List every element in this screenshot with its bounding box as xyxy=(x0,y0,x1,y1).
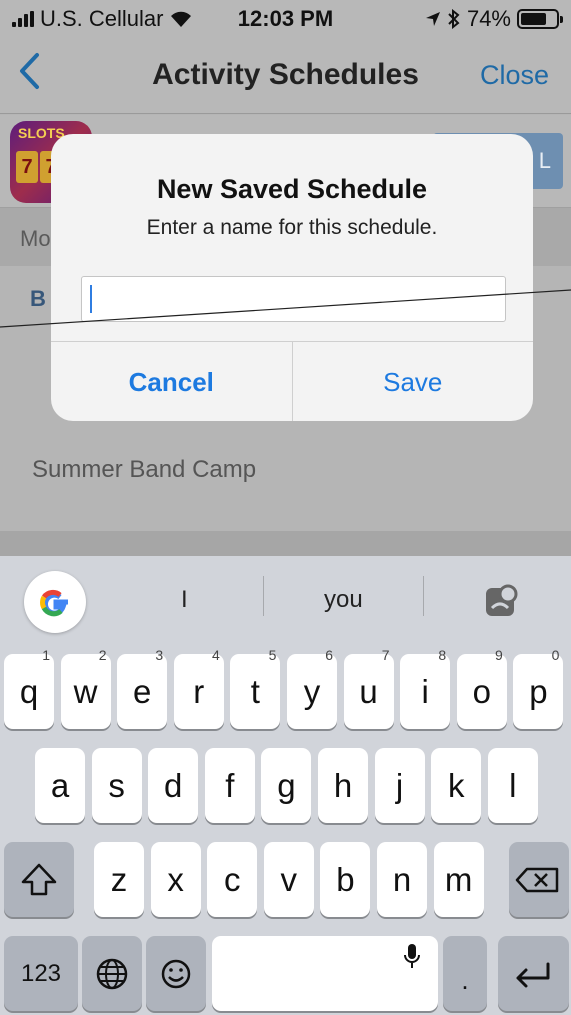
close-button[interactable]: Close xyxy=(480,60,549,91)
key-number-hint: 4 xyxy=(212,647,220,663)
sticker-icon[interactable] xyxy=(484,582,522,618)
key-r[interactable]: r4 xyxy=(173,648,224,729)
reel-1: 7 xyxy=(16,151,38,183)
numbers-key[interactable]: 123 xyxy=(4,936,78,1011)
key-z[interactable]: z xyxy=(94,842,144,917)
delete-key[interactable] xyxy=(509,842,569,917)
key-number-hint: 1 xyxy=(42,647,50,663)
key-s[interactable]: s xyxy=(91,748,142,823)
key-label: u xyxy=(359,673,378,710)
key-w[interactable]: w2 xyxy=(60,648,111,729)
key-number-hint: 8 xyxy=(438,647,447,663)
suggestion-bar: I you xyxy=(0,556,571,640)
key-d[interactable]: d xyxy=(148,748,199,823)
list-footer xyxy=(0,531,571,556)
key-number-hint: 6 xyxy=(325,647,333,663)
cancel-button[interactable]: Cancel xyxy=(51,342,293,421)
key-a[interactable]: a xyxy=(35,748,85,823)
key-l[interactable]: l xyxy=(487,748,538,823)
key-n[interactable]: n xyxy=(377,842,427,917)
shift-icon xyxy=(21,863,57,896)
location-icon xyxy=(425,12,440,26)
save-button[interactable]: Save xyxy=(293,342,534,421)
delete-icon xyxy=(515,867,559,893)
status-bar: U.S. Cellular 12:03 PM 74% xyxy=(0,0,571,38)
key-label: w xyxy=(73,673,98,710)
key-number-hint: 7 xyxy=(381,647,390,663)
key-label: r xyxy=(193,673,205,710)
key-label: o xyxy=(472,673,491,710)
suggestion-1[interactable]: I xyxy=(181,586,188,614)
key-label: p xyxy=(529,673,548,710)
return-key[interactable] xyxy=(498,936,569,1011)
suggestion-divider xyxy=(423,576,424,616)
battery-fill xyxy=(521,13,546,25)
schedule-name-input[interactable] xyxy=(81,276,506,322)
suggestion-2[interactable]: you xyxy=(324,586,363,614)
dialog-buttons: Cancel Save xyxy=(51,341,533,421)
key-label: e xyxy=(133,673,152,710)
suggestion-divider xyxy=(263,576,264,616)
keyboard: I you q1w2e3r4t5y6u7i8o9p0 asdfghjkl zxc… xyxy=(0,556,571,1015)
nav-bar: Activity Schedules Close xyxy=(0,38,571,114)
key-g[interactable]: g xyxy=(261,748,312,823)
key-v[interactable]: v xyxy=(263,842,314,917)
battery-percent: 74% xyxy=(466,6,511,31)
globe-key[interactable] xyxy=(82,936,142,1011)
shift-key[interactable] xyxy=(4,842,74,917)
key-f[interactable]: f xyxy=(204,748,255,823)
key-number-hint: 3 xyxy=(155,647,164,663)
new-schedule-dialog: New Saved Schedule Enter a name for this… xyxy=(51,134,533,421)
emoji-icon xyxy=(161,959,191,989)
key-c[interactable]: c xyxy=(207,842,258,917)
key-j[interactable]: j xyxy=(374,748,425,823)
key-p[interactable]: p0 xyxy=(513,648,564,729)
key-t[interactable]: t5 xyxy=(230,648,281,729)
return-icon xyxy=(516,962,550,988)
key-y[interactable]: y6 xyxy=(287,648,337,729)
period-key[interactable]: . xyxy=(443,936,487,1011)
mic-icon[interactable] xyxy=(402,942,422,972)
key-i[interactable]: i8 xyxy=(400,648,451,729)
battery-icon xyxy=(517,9,563,29)
globe-icon xyxy=(96,958,128,990)
key-q[interactable]: q1 xyxy=(4,648,54,729)
key-number-hint: 5 xyxy=(268,647,277,663)
emoji-key[interactable] xyxy=(146,936,206,1011)
key-e[interactable]: e3 xyxy=(117,648,168,729)
list-item-summer-band-camp[interactable]: Summer Band Camp xyxy=(32,456,256,484)
dialog-message: Enter a name for this schedule. xyxy=(146,216,438,239)
dialog-title: New Saved Schedule xyxy=(156,174,428,204)
key-label: y xyxy=(303,673,321,710)
bluetooth-icon xyxy=(448,9,460,29)
key-u[interactable]: u7 xyxy=(343,648,394,729)
key-number-hint: 2 xyxy=(98,647,107,663)
key-m[interactable]: m xyxy=(433,842,484,917)
key-b[interactable]: b xyxy=(320,842,371,917)
key-k[interactable]: k xyxy=(431,748,482,823)
key-o[interactable]: o9 xyxy=(456,648,507,729)
key-number-hint: 9 xyxy=(495,647,503,663)
space-key[interactable] xyxy=(212,936,438,1011)
key-h[interactable]: h xyxy=(318,748,368,823)
list-item[interactable]: B xyxy=(30,286,46,312)
key-label: i xyxy=(421,673,429,710)
key-label: q xyxy=(19,673,39,710)
key-x[interactable]: x xyxy=(150,842,201,917)
key-number-hint: 0 xyxy=(551,647,560,663)
key-label: t xyxy=(250,673,260,710)
google-logo-icon[interactable] xyxy=(24,571,86,633)
text-cursor xyxy=(90,285,92,313)
